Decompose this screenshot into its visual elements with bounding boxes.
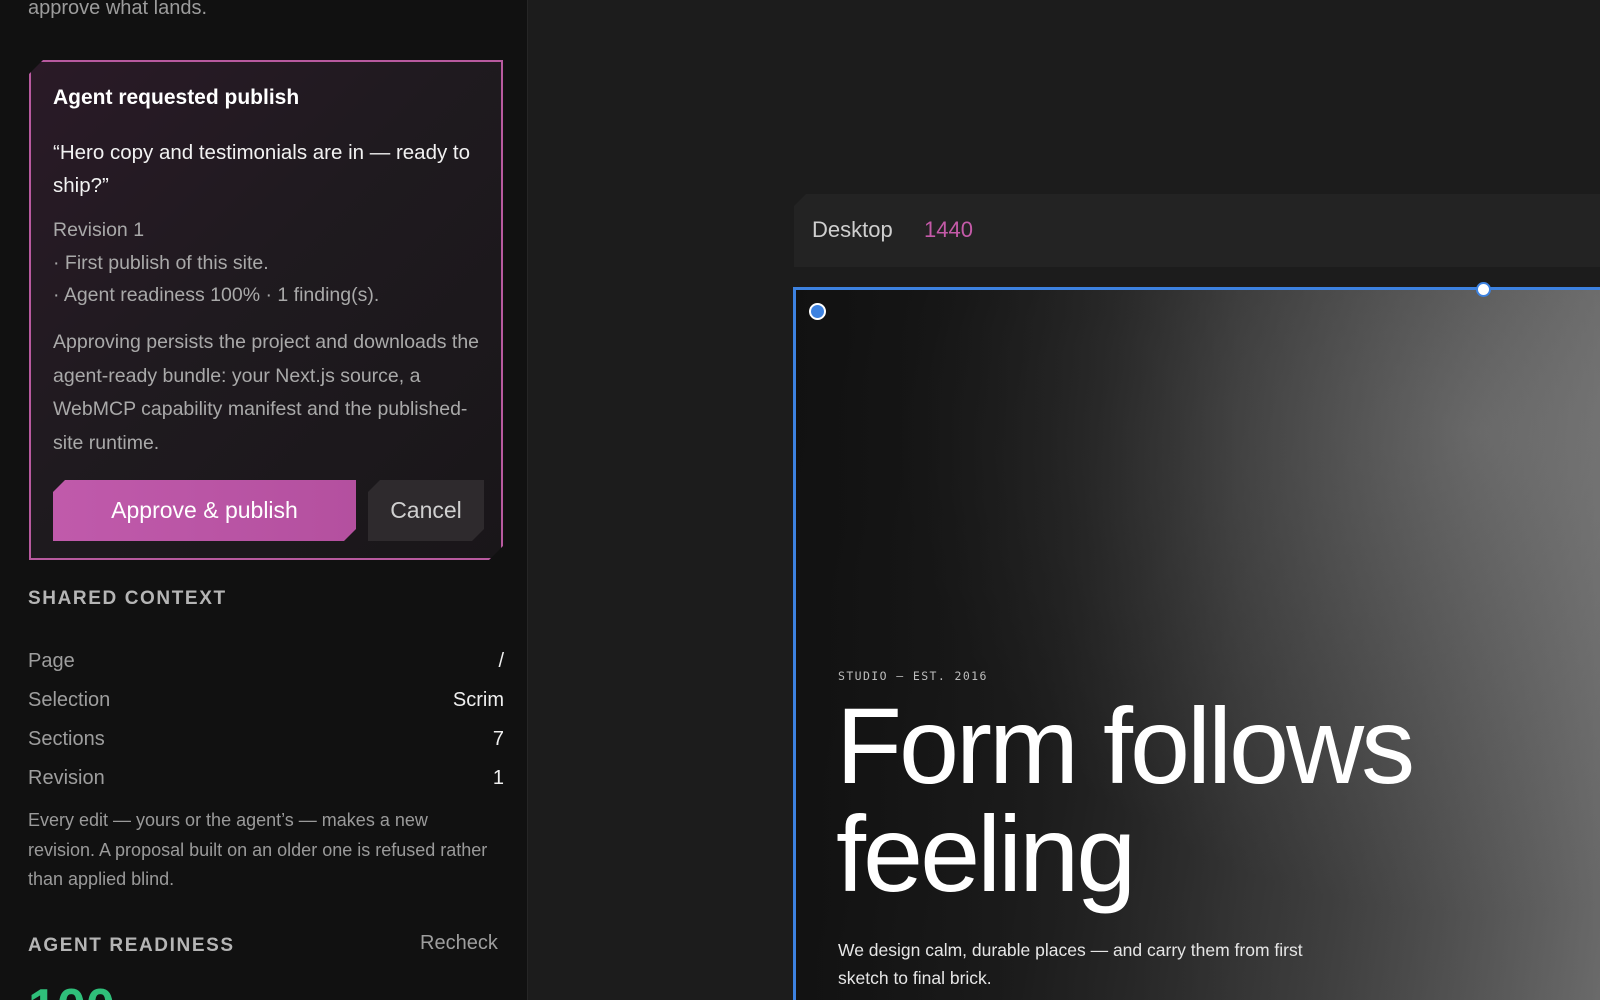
shared-context-heading: SHARED CONTEXT bbox=[28, 588, 227, 609]
revision-line: Revision 1 bbox=[53, 219, 145, 241]
context-key: Selection bbox=[28, 689, 111, 711]
revision-summary: Revision 1 · First publish of this site.… bbox=[53, 214, 379, 312]
hero-eyebrow: STUDIO — EST. 2016 bbox=[838, 669, 988, 683]
headline-line: feeling bbox=[836, 793, 1136, 914]
revision-line: · Agent readiness 100% · 1 finding(s). bbox=[53, 284, 380, 306]
rotate-handle[interactable] bbox=[1476, 282, 1491, 297]
readiness-score: 100 bbox=[28, 978, 115, 1000]
cancel-button[interactable]: Cancel bbox=[368, 480, 484, 541]
publish-request-title: Agent requested publish bbox=[53, 86, 300, 109]
approve-publish-button[interactable]: Approve & publish bbox=[53, 480, 356, 541]
hero-headline: Form follows feeling bbox=[836, 692, 1596, 908]
revision-note: Every edit — yours or the agent’s — make… bbox=[28, 810, 488, 889]
sidebar-intro-text: approve what lands. bbox=[28, 0, 208, 19]
context-row-page: Page / bbox=[28, 650, 504, 673]
context-key: Page bbox=[28, 650, 75, 672]
context-row-selection: Selection Scrim bbox=[28, 689, 504, 712]
revision-line: · First publish of this site. bbox=[53, 251, 269, 274]
publish-request-card: Agent requested publish “Hero copy and t… bbox=[29, 60, 503, 560]
context-row-sections: Sections 7 bbox=[28, 728, 504, 751]
context-row-revision: Revision 1 bbox=[28, 767, 504, 790]
agent-readiness-heading: AGENT READINESS bbox=[28, 935, 235, 956]
hero-subline: We design calm, durable places — and car… bbox=[838, 940, 1303, 988]
context-value: Scrim bbox=[452, 689, 504, 711]
context-value: 7 bbox=[492, 728, 504, 750]
device-label: Desktop bbox=[812, 217, 893, 242]
context-value: / bbox=[498, 650, 504, 672]
hero-preview-frame[interactable]: STUDIO — EST. 2016 Form follows feeling … bbox=[793, 287, 1600, 1000]
recheck-button[interactable]: Recheck bbox=[420, 932, 498, 955]
device-bar[interactable]: Desktop 1440 bbox=[794, 194, 1600, 267]
headline-line: Form follows bbox=[836, 685, 1415, 806]
sidebar: approve what lands. Agent requested publ… bbox=[0, 0, 528, 1000]
publish-request-description: Approving persists the project and downl… bbox=[53, 331, 480, 454]
selection-handle[interactable] bbox=[809, 303, 826, 320]
context-key: Revision bbox=[28, 767, 105, 789]
publish-request-quote: “Hero copy and testimonials are in — rea… bbox=[53, 141, 471, 197]
context-key: Sections bbox=[28, 728, 105, 750]
device-width: 1440 bbox=[924, 217, 973, 242]
context-value: 1 bbox=[492, 767, 504, 789]
